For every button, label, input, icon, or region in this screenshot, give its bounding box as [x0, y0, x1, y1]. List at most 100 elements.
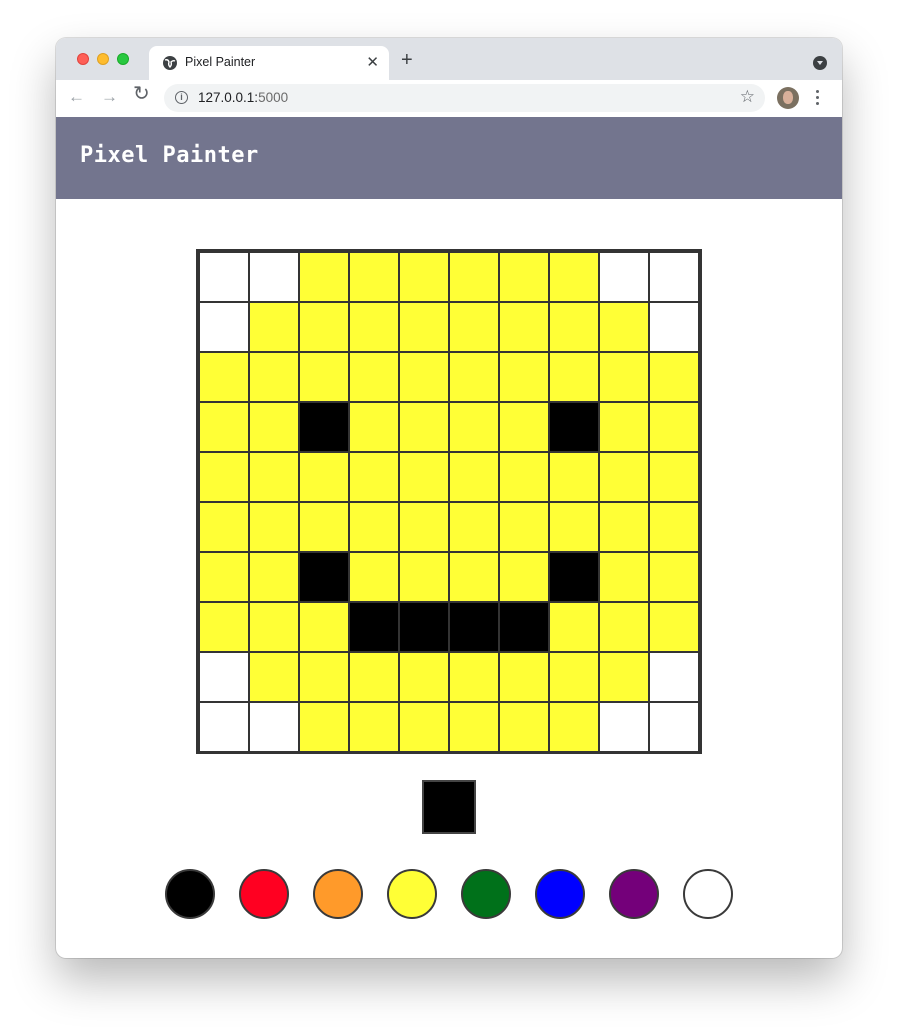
address-bar[interactable]: i 127.0.0.1:5000 ☆	[164, 84, 765, 112]
pixel-cell[interactable]	[349, 602, 399, 652]
pixel-cell[interactable]	[299, 502, 349, 552]
pixel-cell[interactable]	[199, 652, 249, 702]
pixel-cell[interactable]	[499, 402, 549, 452]
pixel-cell[interactable]	[549, 552, 599, 602]
pixel-cell[interactable]	[649, 352, 699, 402]
pixel-cell[interactable]	[349, 252, 399, 302]
pixel-cell[interactable]	[499, 552, 549, 602]
pixel-cell[interactable]	[649, 302, 699, 352]
pixel-cell[interactable]	[599, 452, 649, 502]
pixel-cell[interactable]	[599, 302, 649, 352]
pixel-cell[interactable]	[549, 702, 599, 752]
pixel-cell[interactable]	[599, 352, 649, 402]
pixel-cell[interactable]	[349, 352, 399, 402]
pixel-cell[interactable]	[399, 502, 449, 552]
pixel-cell[interactable]	[299, 252, 349, 302]
pixel-cell[interactable]	[449, 702, 499, 752]
pixel-cell[interactable]	[349, 452, 399, 502]
pixel-cell[interactable]	[649, 402, 699, 452]
pixel-cell[interactable]	[399, 402, 449, 452]
pixel-cell[interactable]	[299, 702, 349, 752]
pixel-cell[interactable]	[349, 502, 399, 552]
pixel-cell[interactable]	[299, 352, 349, 402]
pixel-cell[interactable]	[449, 502, 499, 552]
color-swatch-black[interactable]	[165, 869, 215, 919]
browser-menu-icon[interactable]	[816, 90, 819, 108]
color-swatch-white[interactable]	[683, 869, 733, 919]
pixel-cell[interactable]	[299, 302, 349, 352]
pixel-cell[interactable]	[649, 552, 699, 602]
pixel-cell[interactable]	[549, 302, 599, 352]
pixel-cell[interactable]	[299, 602, 349, 652]
back-arrow-icon[interactable]: ←	[68, 87, 85, 107]
pixel-cell[interactable]	[249, 552, 299, 602]
pixel-cell[interactable]	[499, 652, 549, 702]
pixel-cell[interactable]	[649, 652, 699, 702]
pixel-cell[interactable]	[549, 602, 599, 652]
color-swatch-red[interactable]	[239, 869, 289, 919]
pixel-cell[interactable]	[249, 252, 299, 302]
pixel-cell[interactable]	[499, 302, 549, 352]
window-minimize-button[interactable]	[97, 53, 109, 65]
pixel-cell[interactable]	[599, 252, 649, 302]
color-swatch-yellow[interactable]	[387, 869, 437, 919]
pixel-cell[interactable]	[249, 452, 299, 502]
pixel-cell[interactable]	[199, 502, 249, 552]
pixel-cell[interactable]	[249, 352, 299, 402]
pixel-cell[interactable]	[549, 352, 599, 402]
pixel-cell[interactable]	[549, 402, 599, 452]
pixel-cell[interactable]	[249, 652, 299, 702]
profile-avatar[interactable]	[777, 87, 799, 109]
pixel-cell[interactable]	[499, 702, 549, 752]
pixel-cell[interactable]	[199, 602, 249, 652]
pixel-cell[interactable]	[549, 652, 599, 702]
pixel-cell[interactable]	[499, 452, 549, 502]
forward-arrow-icon[interactable]: →	[101, 87, 118, 107]
pixel-cell[interactable]	[249, 502, 299, 552]
pixel-cell[interactable]	[499, 252, 549, 302]
browser-tab[interactable]: Pixel Painter ✕	[149, 46, 389, 80]
pixel-cell[interactable]	[399, 452, 449, 502]
pixel-cell[interactable]	[299, 452, 349, 502]
pixel-cell[interactable]	[649, 602, 699, 652]
pixel-cell[interactable]	[299, 652, 349, 702]
pixel-cell[interactable]	[599, 652, 649, 702]
pixel-cell[interactable]	[399, 652, 449, 702]
pixel-cell[interactable]	[449, 602, 499, 652]
pixel-cell[interactable]	[199, 702, 249, 752]
pixel-cell[interactable]	[349, 652, 399, 702]
color-swatch-purple[interactable]	[609, 869, 659, 919]
pixel-cell[interactable]	[399, 352, 449, 402]
color-swatch-orange[interactable]	[313, 869, 363, 919]
pixel-cell[interactable]	[649, 502, 699, 552]
pixel-cell[interactable]	[599, 552, 649, 602]
pixel-cell[interactable]	[349, 702, 399, 752]
pixel-cell[interactable]	[649, 702, 699, 752]
pixel-cell[interactable]	[599, 402, 649, 452]
pixel-cell[interactable]	[449, 402, 499, 452]
pixel-cell[interactable]	[599, 702, 649, 752]
pixel-cell[interactable]	[649, 252, 699, 302]
color-swatch-blue[interactable]	[535, 869, 585, 919]
window-maximize-button[interactable]	[117, 53, 129, 65]
site-info-icon[interactable]: i	[175, 91, 188, 104]
pixel-cell[interactable]	[249, 602, 299, 652]
pixel-cell[interactable]	[649, 452, 699, 502]
pixel-cell[interactable]	[449, 452, 499, 502]
pixel-cell[interactable]	[449, 252, 499, 302]
pixel-cell[interactable]	[599, 502, 649, 552]
pixel-cell[interactable]	[349, 552, 399, 602]
pixel-cell[interactable]	[399, 252, 449, 302]
tab-close-icon[interactable]: ✕	[366, 53, 379, 71]
pixel-cell[interactable]	[399, 302, 449, 352]
pixel-cell[interactable]	[199, 452, 249, 502]
pixel-cell[interactable]	[449, 552, 499, 602]
pixel-cell[interactable]	[349, 302, 399, 352]
pixel-cell[interactable]	[249, 702, 299, 752]
pixel-cell[interactable]	[449, 352, 499, 402]
pixel-cell[interactable]	[199, 302, 249, 352]
pixel-cell[interactable]	[499, 502, 549, 552]
pixel-cell[interactable]	[399, 702, 449, 752]
pixel-cell[interactable]	[349, 402, 399, 452]
pixel-cell[interactable]	[299, 552, 349, 602]
